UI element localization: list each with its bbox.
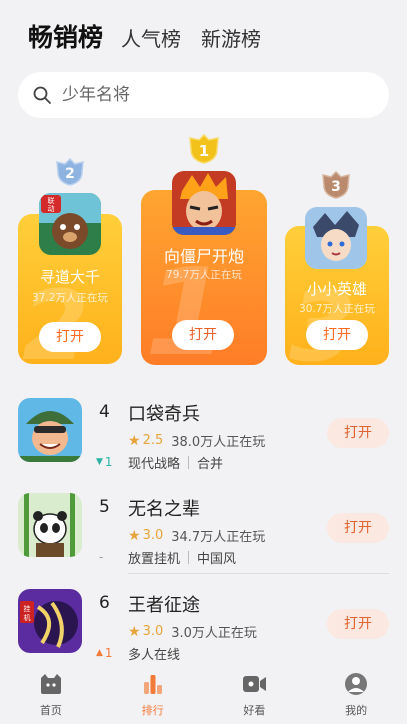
tag: 中国风	[197, 552, 237, 567]
star-icon: ★	[128, 432, 141, 449]
trend-indicator: ▲ 1	[96, 646, 113, 660]
trend-up-icon: ▼	[96, 457, 103, 467]
game-meta: ★ 3.0 34.7万人正在玩	[128, 526, 266, 546]
svg-text:挂: 挂	[24, 604, 31, 613]
tab-new-games[interactable]: 新游榜	[201, 23, 261, 52]
game-name: 无名之辈	[128, 499, 200, 520]
open-button[interactable]: 打开	[39, 322, 101, 352]
rank-3-badge-icon: 3	[320, 170, 352, 203]
nav-label: 好看	[243, 704, 266, 717]
home-icon	[40, 674, 61, 694]
svg-text:2: 2	[65, 166, 75, 182]
ranking-tabs: 畅销榜 人气榜 新游榜	[28, 18, 281, 54]
rating-score: 3.0	[142, 528, 164, 543]
open-button[interactable]: 打开	[306, 320, 368, 350]
players-count: 3.0万人正在玩	[171, 626, 257, 641]
rank-number: 5	[99, 497, 110, 517]
podium-players: 30.7万人正在玩	[299, 303, 375, 315]
search-icon	[33, 86, 51, 104]
search-bar[interactable]	[18, 72, 389, 118]
players-count: 34.7万人正在玩	[171, 530, 266, 545]
profile-icon	[345, 673, 368, 695]
rank-number: 6	[99, 593, 110, 613]
tab-popular[interactable]: 人气榜	[121, 23, 181, 52]
trend-indicator: ▼ 1	[96, 455, 113, 469]
tag: 合并	[197, 457, 224, 472]
trend-value: 1	[104, 646, 113, 660]
list-item[interactable]: 5 无名之辈 ★ 3.0 34.7万人正在玩 - 放置挂机 中国风 打开	[18, 493, 389, 567]
tag: 现代战略	[128, 457, 181, 472]
open-button[interactable]: 打开	[327, 609, 389, 639]
game-icon-wumingzhibei[interactable]	[18, 493, 82, 557]
rank-icon	[143, 675, 162, 694]
game-name: 口袋奇兵	[128, 404, 200, 425]
game-icon-xiangjiangshikaipao[interactable]	[172, 171, 236, 235]
podium-name: 寻道大千	[39, 268, 100, 286]
search-input[interactable]	[60, 84, 364, 106]
nav-ranking[interactable]: 排行	[113, 662, 193, 724]
game-icon-xiaoxiaoyingxiong[interactable]	[305, 207, 367, 269]
bottom-nav: 首页 排行 好看 我的	[0, 662, 407, 724]
star-icon: ★	[128, 527, 141, 544]
svg-text:动: 动	[48, 204, 55, 213]
game-icon-wangzhezhengtu[interactable]: 挂 机	[18, 589, 82, 653]
rank-number: 4	[99, 402, 110, 422]
game-tags: 现代战略 合并	[128, 453, 223, 472]
nav-home[interactable]: 首页	[11, 662, 91, 724]
tag: 多人在线	[128, 648, 181, 663]
nav-label: 排行	[141, 704, 164, 717]
podium-players: 37.2万人正在玩	[32, 292, 108, 304]
tag: 放置挂机	[128, 552, 181, 567]
game-tags: 多人在线	[128, 644, 180, 663]
game-meta: ★ 2.5 38.0万人正在玩	[128, 431, 266, 451]
game-icon-xundaodaqian[interactable]: 联 动	[39, 193, 101, 255]
game-tags: 放置挂机 中国风	[128, 548, 236, 567]
nav-watch[interactable]: 好看	[214, 662, 294, 724]
game-icon-koudaiqibing[interactable]	[18, 398, 82, 462]
tab-bestseller[interactable]: 畅销榜	[28, 18, 103, 54]
trend-indicator: -	[96, 550, 103, 564]
rating-score: 2.5	[142, 433, 164, 448]
tag-separator	[188, 456, 190, 469]
rating-score: 3.0	[142, 624, 164, 639]
open-button[interactable]: 打开	[327, 513, 389, 543]
tag-separator	[188, 551, 190, 564]
podium-name: 小小英雄	[306, 280, 367, 298]
list-item[interactable]: 4 口袋奇兵 ★ 2.5 38.0万人正在玩 ▼ 1 现代战略 合并 打开	[18, 398, 389, 472]
trend-hot-icon: ▲	[96, 648, 103, 658]
list-divider	[128, 573, 389, 574]
trend-value: 1	[104, 455, 113, 469]
podium-players: 79.7万人正在玩	[166, 269, 242, 281]
open-button[interactable]: 打开	[327, 418, 389, 448]
star-icon: ★	[128, 623, 141, 640]
players-count: 38.0万人正在玩	[171, 435, 266, 450]
game-name: 王者征途	[128, 595, 200, 616]
open-button[interactable]: 打开	[172, 320, 234, 350]
nav-label: 我的	[345, 704, 368, 717]
trend-value: -	[99, 550, 104, 564]
svg-text:3: 3	[331, 179, 341, 195]
svg-text:联: 联	[48, 196, 55, 205]
podium-name: 向僵尸开炮	[163, 247, 244, 266]
list-item[interactable]: 挂 机 6 王者征途 ★ 3.0 3.0万人正在玩 ▲ 1 多人在线 打开	[18, 589, 389, 663]
nav-profile[interactable]: 我的	[316, 662, 396, 724]
rank-1-badge-icon: 1	[187, 133, 221, 168]
nav-label: 首页	[39, 704, 62, 717]
video-icon	[243, 676, 267, 692]
svg-text:机: 机	[24, 613, 31, 622]
svg-text:1: 1	[199, 142, 209, 160]
game-meta: ★ 3.0 3.0万人正在玩	[128, 622, 257, 642]
rank-2-badge-icon: 2	[54, 157, 86, 190]
